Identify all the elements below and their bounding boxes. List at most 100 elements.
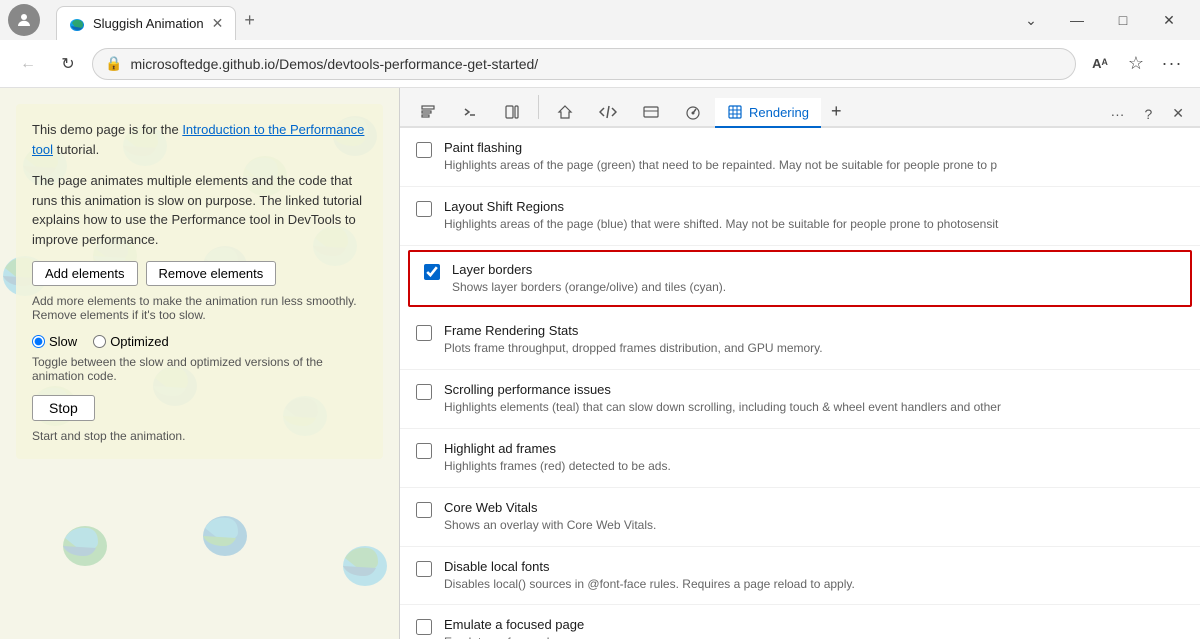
render-text-frame-rendering: Frame Rendering StatsPlots frame through… <box>444 323 1184 357</box>
rendering-icon <box>727 104 743 120</box>
back-button[interactable]: ← <box>12 48 44 80</box>
render-title-scrolling-perf: Scrolling performance issues <box>444 382 1184 397</box>
intro-text: This demo page is for the Introduction t… <box>32 120 367 159</box>
tab-home[interactable] <box>545 98 585 128</box>
render-desc-emulate-focused: Emulates a focused page. <box>444 634 1124 639</box>
render-title-highlight-ad: Highlight ad frames <box>444 441 1184 456</box>
tab-console[interactable] <box>450 98 490 128</box>
checkbox-emulate-focused[interactable] <box>416 619 432 635</box>
refresh-button[interactable]: ↻ <box>52 48 84 80</box>
slow-radio-label[interactable]: Slow <box>32 334 77 349</box>
stop-button[interactable]: Stop <box>32 395 95 421</box>
reader-view-button[interactable]: Aᴬ <box>1084 48 1116 80</box>
tab-rendering[interactable]: Rendering <box>715 98 821 128</box>
webpage-panel: This demo page is for the Introduction t… <box>0 88 400 639</box>
render-desc-layout-shift: Highlights areas of the page (blue) that… <box>444 216 1124 233</box>
maximize-button[interactable]: □ <box>1100 4 1146 36</box>
add-elements-button[interactable]: Add elements <box>32 261 138 286</box>
slow-radio-input[interactable] <box>32 335 45 348</box>
checkbox-paint-flashing[interactable] <box>416 142 432 158</box>
render-desc-paint-flashing: Highlights areas of the page (green) tha… <box>444 157 1124 174</box>
render-title-layer-borders: Layer borders <box>452 262 1176 277</box>
render-text-scrolling-perf: Scrolling performance issues Highlights e… <box>444 382 1184 416</box>
animation-mode-radio: Slow Optimized <box>32 334 367 349</box>
checkbox-layout-shift[interactable] <box>416 201 432 217</box>
render-text-layout-shift: Layout Shift Regions Highlights areas of … <box>444 199 1184 233</box>
edge-logo-icon <box>69 16 85 32</box>
nav-bar: ← ↻ 🔒 microsoftedge.github.io/Demos/devt… <box>0 40 1200 88</box>
code-icon <box>599 104 617 120</box>
tab-title: Sluggish Animation <box>93 16 204 31</box>
rendering-tab-label: Rendering <box>749 105 809 120</box>
devtools-help-button[interactable]: ? <box>1136 102 1160 126</box>
devtools-tab-bar: Rendering + ··· ? ✕ <box>400 88 1200 128</box>
rendering-item-layout-shift: Layout Shift Regions Highlights areas of … <box>400 187 1200 246</box>
console-icon <box>462 104 478 120</box>
tab-separator <box>538 95 539 119</box>
remove-elements-button[interactable]: Remove elements <box>146 261 277 286</box>
devtools-tab-actions: ··· ? ✕ <box>1102 101 1192 126</box>
render-text-disable-local-fonts: Disable local fonts Disables local() sour… <box>444 559 1184 593</box>
render-text-highlight-ad: Highlight ad frames Highlights frames (re… <box>444 441 1184 475</box>
checkbox-core-web-vitals[interactable] <box>416 502 432 518</box>
stop-hint-text: Start and stop the animation. <box>32 429 367 443</box>
render-title-layout-shift: Layout Shift Regions <box>444 199 1184 214</box>
render-title-disable-local-fonts: Disable local fonts <box>444 559 1184 574</box>
render-text-layer-borders: Layer borders Shows layer borders (orange… <box>452 262 1176 296</box>
render-text-paint-flashing: Paint flashing Highlights areas of the pa… <box>444 140 1184 174</box>
favorites-button[interactable]: ☆ <box>1120 48 1152 80</box>
tab-network[interactable] <box>631 98 671 128</box>
rendering-item-scrolling-perf: Scrolling performance issues Highlights e… <box>400 370 1200 429</box>
chevron-down-button[interactable]: ⌄ <box>1008 4 1054 36</box>
profile-icon[interactable] <box>8 4 40 36</box>
body-text: The page animates multiple elements and … <box>32 171 367 249</box>
more-options-button[interactable]: ··· <box>1156 48 1188 80</box>
render-desc-layer-borders: Shows layer borders (orange/olive) and t… <box>452 279 1132 296</box>
render-desc-frame-rendering: Plots frame throughput, dropped frames d… <box>444 340 1124 357</box>
render-title-emulate-focused: Emulate a focused page <box>444 617 1184 632</box>
minimize-button[interactable]: — <box>1054 4 1100 36</box>
checkbox-disable-local-fonts[interactable] <box>416 561 432 577</box>
render-text-emulate-focused: Emulate a focused page Emulates a focused… <box>444 617 1184 639</box>
devtools-close-button[interactable]: ✕ <box>1164 101 1192 126</box>
window-controls: ⌄ — □ ✕ <box>1008 4 1192 36</box>
tab-sources[interactable] <box>492 98 532 128</box>
tab-code[interactable] <box>587 98 629 128</box>
add-tab-button[interactable]: + <box>823 97 850 128</box>
rendering-item-disable-local-fonts: Disable local fonts Disables local() sour… <box>400 547 1200 606</box>
rendering-item-emulate-focused: Emulate a focused page Emulates a focused… <box>400 605 1200 639</box>
render-desc-highlight-ad: Highlights frames (red) detected to be a… <box>444 458 1124 475</box>
home-icon <box>557 104 573 120</box>
new-tab-button[interactable]: + <box>236 6 263 35</box>
devtools-more-button[interactable]: ··· <box>1102 102 1132 126</box>
tab-elements[interactable] <box>408 98 448 128</box>
render-title-paint-flashing: Paint flashing <box>444 140 1184 155</box>
performance-icon <box>685 104 701 120</box>
render-text-core-web-vitals: Core Web Vitals Shows an overlay with Cor… <box>444 500 1184 534</box>
render-desc-core-web-vitals: Shows an overlay with Core Web Vitals. <box>444 517 1124 534</box>
element-buttons: Add elements Remove elements <box>32 261 367 286</box>
render-desc-scrolling-perf: Highlights elements (teal) that can slow… <box>444 399 1124 416</box>
render-desc-disable-local-fonts: Disables local() sources in @font-face r… <box>444 576 1124 593</box>
render-title-core-web-vitals: Core Web Vitals <box>444 500 1184 515</box>
optimized-radio-label[interactable]: Optimized <box>93 334 169 349</box>
btn-hint-text: Add more elements to make the animation … <box>32 294 367 322</box>
devtools-panel: Rendering + ··· ? ✕ Paint flashing Highli… <box>400 88 1200 639</box>
rendering-item-core-web-vitals: Core Web Vitals Shows an overlay with Cor… <box>400 488 1200 547</box>
address-text: microsoftedge.github.io/Demos/devtools-p… <box>130 56 1063 72</box>
title-bar: Sluggish Animation ✕ + ⌄ — □ ✕ <box>0 0 1200 40</box>
sources-icon <box>504 104 520 120</box>
rendering-item-layer-borders: Layer borders Shows layer borders (orange… <box>408 250 1192 308</box>
browser-tab[interactable]: Sluggish Animation ✕ <box>56 6 236 40</box>
optimized-radio-input[interactable] <box>93 335 106 348</box>
radio-hint-text: Toggle between the slow and optimized ve… <box>32 355 367 383</box>
close-button[interactable]: ✕ <box>1146 4 1192 36</box>
checkbox-layer-borders[interactable] <box>424 264 440 280</box>
checkbox-highlight-ad[interactable] <box>416 443 432 459</box>
tab-close-btn[interactable]: ✕ <box>212 15 224 32</box>
rendering-item-paint-flashing: Paint flashing Highlights areas of the pa… <box>400 128 1200 187</box>
tab-performance[interactable] <box>673 98 713 128</box>
checkbox-frame-rendering[interactable] <box>416 325 432 341</box>
checkbox-scrolling-perf[interactable] <box>416 384 432 400</box>
address-bar[interactable]: 🔒 microsoftedge.github.io/Demos/devtools… <box>92 48 1076 80</box>
